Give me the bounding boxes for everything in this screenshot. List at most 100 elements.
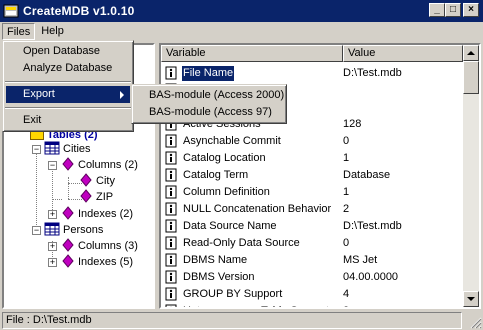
collapse-toggle[interactable]: − bbox=[32, 145, 41, 154]
tree-node-persons-columns-label: Columns (3) bbox=[78, 240, 138, 252]
tree-node-cities-columns-label: Columns (2) bbox=[78, 159, 138, 171]
row-value: 4 bbox=[343, 288, 350, 300]
menu-export-access2000-label: BAS-module (Access 2000) bbox=[149, 89, 285, 101]
list-row[interactable]: GROUP BY Support 4 bbox=[161, 286, 461, 303]
column-header-variable[interactable]: Variable bbox=[161, 45, 343, 62]
arrow-down-icon bbox=[467, 297, 475, 301]
diamond-icon bbox=[80, 173, 92, 187]
list-row[interactable]: Catalog Location 1 bbox=[161, 150, 461, 167]
tree-node-cities-indexes[interactable]: Indexes (2) bbox=[62, 206, 133, 222]
list-row[interactable]: NULL Concatenation Behavior 2 bbox=[161, 201, 461, 218]
list-row[interactable]: Data Source Name D:\Test.mdb bbox=[161, 218, 461, 235]
tree-node-persons-indexes[interactable]: Indexes (5) bbox=[62, 254, 133, 270]
expand-toggle[interactable]: + bbox=[48, 210, 57, 219]
window-title: CreateMDB v1.0.10 bbox=[23, 4, 135, 18]
row-value: 2 bbox=[343, 203, 350, 215]
row-variable: Catalog Location bbox=[183, 152, 266, 164]
minimize-button[interactable]: _ bbox=[429, 3, 445, 17]
tree-node-city[interactable]: City bbox=[80, 173, 115, 189]
list-row[interactable]: DBMS Name MS Jet bbox=[161, 252, 461, 269]
tree-node-cities[interactable]: Cities bbox=[44, 141, 91, 157]
tree-node-city-label: City bbox=[96, 175, 115, 187]
maximize-button[interactable]: □ bbox=[445, 3, 461, 17]
list-row[interactable]: DBMS Version 04.00.0000 bbox=[161, 269, 461, 286]
collapse-toggle[interactable]: − bbox=[48, 161, 57, 170]
row-variable: Read-Only Data Source bbox=[183, 237, 300, 249]
tree-node-zip-label: ZIP bbox=[96, 191, 114, 203]
list-row[interactable]: Heterogeneous Table Support 2 bbox=[161, 303, 461, 307]
menu-exit-label: Exit bbox=[23, 114, 42, 126]
menu-open-database[interactable]: Open Database bbox=[6, 43, 130, 60]
table-icon bbox=[44, 222, 60, 236]
info-icon bbox=[165, 168, 177, 182]
row-value: 1 bbox=[343, 186, 350, 198]
row-variable: Asynchable Commit bbox=[183, 135, 281, 147]
tree-node-zip[interactable]: ZIP bbox=[80, 189, 113, 205]
row-value: 1 bbox=[343, 152, 350, 164]
expand-toggle[interactable]: + bbox=[48, 258, 57, 267]
info-icon bbox=[165, 287, 177, 301]
menu-analyze-database[interactable]: Analyze Database bbox=[6, 60, 130, 77]
row-variable: DBMS Name bbox=[183, 254, 248, 266]
list-row[interactable]: Asynchable Commit 0 bbox=[161, 133, 461, 150]
tree-line bbox=[52, 199, 62, 200]
close-button[interactable]: × bbox=[463, 3, 479, 17]
row-variable: File Name bbox=[180, 65, 236, 82]
status-text: File : D:\Test.mdb bbox=[6, 314, 92, 326]
list-row[interactable]: Catalog Term Database bbox=[161, 167, 461, 184]
expand-toggle[interactable]: + bbox=[48, 242, 57, 251]
info-icon bbox=[165, 134, 177, 148]
menu-help-label: Help bbox=[41, 25, 64, 37]
menu-export[interactable]: Export bbox=[6, 86, 130, 103]
files-menu: Open Database Analyze Database Export Ex… bbox=[2, 40, 134, 132]
vertical-scrollbar[interactable] bbox=[463, 45, 479, 307]
tree-line bbox=[36, 145, 37, 235]
properties-list[interactable]: Variable Value File Name D:\Test.mdb Activ… bbox=[159, 43, 481, 309]
database-app-icon[interactable] bbox=[3, 3, 19, 19]
info-icon bbox=[165, 304, 177, 307]
list-row[interactable]: Read-Only Data Source 0 bbox=[161, 235, 461, 252]
menu-exit[interactable]: Exit bbox=[6, 112, 130, 129]
tree-node-persons-indexes-label: Indexes (5) bbox=[78, 256, 134, 268]
list-row[interactable]: File Name D:\Test.mdb bbox=[161, 65, 461, 82]
export-submenu: BAS-module (Access 2000) BAS-module (Acc… bbox=[131, 84, 287, 124]
column-header-value[interactable]: Value bbox=[343, 45, 463, 62]
tree-node-cities-columns[interactable]: Columns (2) bbox=[62, 157, 138, 173]
tree-node-cities-label: Cities bbox=[63, 143, 91, 155]
menu-export-access2000[interactable]: BAS-module (Access 2000) bbox=[135, 87, 285, 104]
tree-node-persons[interactable]: Persons bbox=[44, 222, 103, 238]
row-value: 04.00.0000 bbox=[343, 271, 399, 283]
row-value: 2 bbox=[343, 304, 349, 307]
menu-open-database-label: Open Database bbox=[23, 45, 101, 57]
info-icon bbox=[165, 270, 177, 284]
row-value: 128 bbox=[343, 118, 362, 130]
table-icon bbox=[44, 141, 60, 155]
menu-help[interactable]: Help bbox=[37, 23, 68, 40]
info-icon bbox=[165, 236, 177, 250]
title-bar[interactable]: CreateMDB v1.0.10 _ □ × bbox=[0, 0, 483, 22]
tree-node-persons-columns[interactable]: Columns (3) bbox=[62, 238, 138, 254]
collapse-toggle[interactable]: − bbox=[32, 226, 41, 235]
arrow-up-icon bbox=[467, 51, 475, 55]
scroll-up-button[interactable] bbox=[463, 45, 479, 61]
menu-separator bbox=[5, 107, 131, 109]
menu-separator bbox=[5, 81, 131, 83]
status-panel: File : D:\Test.mdb bbox=[2, 312, 462, 329]
menu-export-access97-label: BAS-module (Access 97) bbox=[149, 106, 272, 118]
menu-files[interactable]: Files bbox=[2, 23, 36, 40]
row-variable: DBMS Version bbox=[183, 271, 255, 283]
resize-grip-icon[interactable] bbox=[470, 317, 482, 329]
menu-files-label: Files bbox=[7, 26, 31, 38]
column-header-variable-label: Variable bbox=[166, 47, 206, 59]
list-row[interactable]: Column Definition 1 bbox=[161, 184, 461, 201]
menu-export-access97[interactable]: BAS-module (Access 97) bbox=[135, 104, 283, 121]
info-icon bbox=[165, 185, 177, 199]
scroll-down-button[interactable] bbox=[463, 291, 479, 307]
diamond-icon bbox=[62, 157, 74, 171]
submenu-arrow-icon bbox=[120, 91, 124, 99]
menu-analyze-database-label: Analyze Database bbox=[23, 62, 113, 74]
scroll-thumb[interactable] bbox=[463, 61, 479, 94]
info-icon bbox=[165, 202, 177, 216]
row-variable: Column Definition bbox=[183, 186, 270, 198]
row-value: 0 bbox=[343, 237, 350, 249]
